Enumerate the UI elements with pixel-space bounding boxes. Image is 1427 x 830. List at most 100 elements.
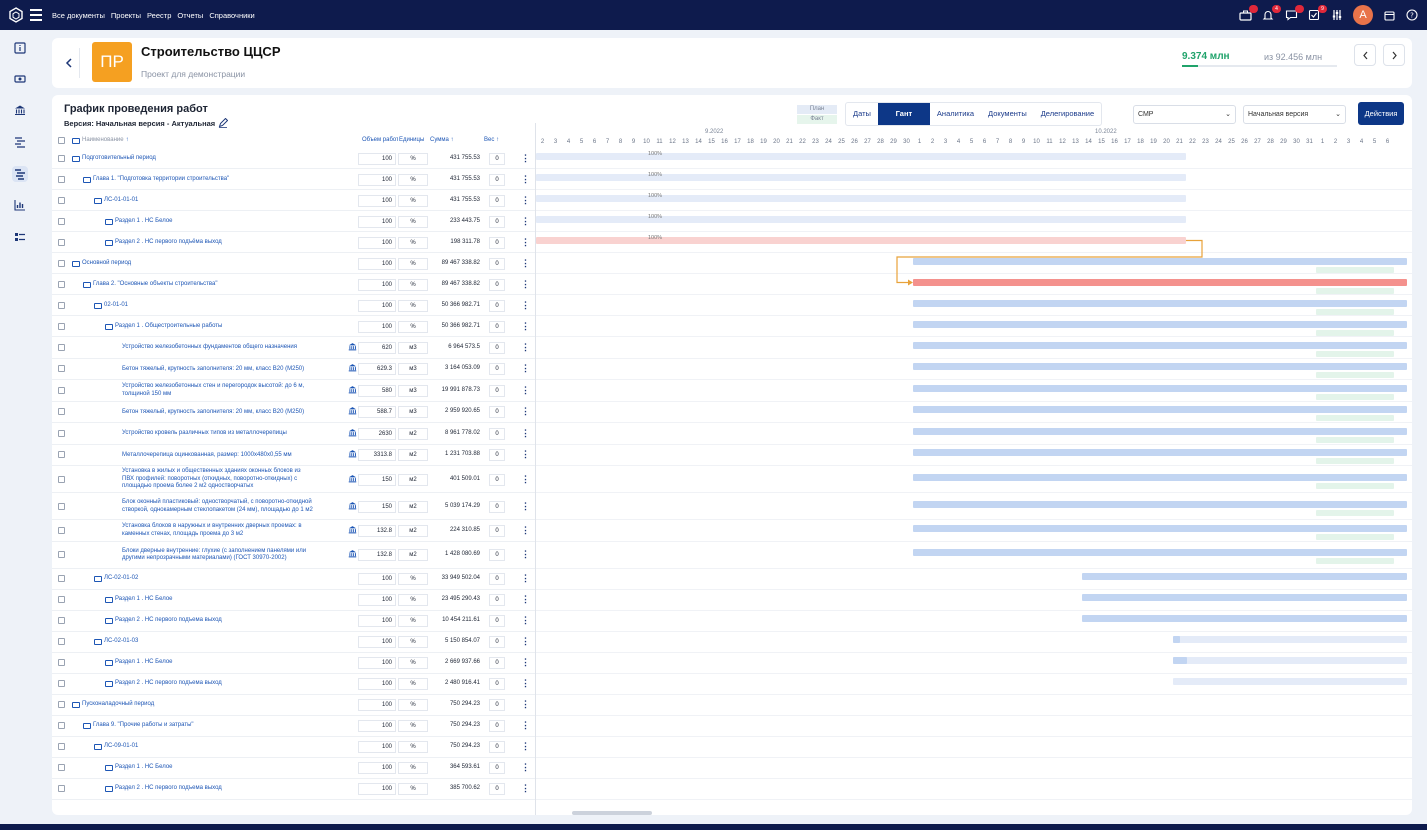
unit-field[interactable]: % — [398, 762, 428, 774]
top-menu-item[interactable]: Все документы — [52, 11, 105, 20]
briefcase-icon[interactable] — [1238, 5, 1258, 22]
row-checkbox[interactable] — [58, 386, 65, 394]
unit-field[interactable]: м2 — [398, 427, 428, 440]
volume-input[interactable]: 100 — [358, 594, 396, 606]
table-row[interactable]: Подготовительный период 100% 431 755.53 0 ⋮ — [52, 148, 535, 169]
top-menu-item[interactable]: Справочники — [209, 11, 254, 20]
table-row[interactable]: Бетон тяжелый, крупность заполнителя: 20… — [52, 359, 535, 380]
weight-input[interactable]: 0 — [489, 615, 505, 627]
row-menu-icon[interactable]: ⋮ — [521, 237, 530, 247]
unit-field[interactable]: м3 — [398, 363, 428, 376]
row-checkbox[interactable] — [58, 301, 65, 309]
edit-icon[interactable] — [218, 118, 229, 128]
gantt-chart[interactable]: 9.2022 10.2022 2 3 4 5 6 7 8 9 10 11 12 13 14 15 16 17 18… — [535, 123, 1412, 815]
table-row[interactable]: ЛС-02-01-03 100% 5 150 854.07 0 ⋮ — [52, 632, 535, 653]
weight-input[interactable]: 0 — [489, 278, 505, 291]
task-check-icon[interactable]: 9 — [1307, 5, 1327, 22]
building-icon[interactable] — [348, 525, 357, 536]
volume-input[interactable]: 3313.8 — [358, 449, 396, 462]
unit-field[interactable]: % — [398, 194, 428, 207]
table-row[interactable]: 02-01-01 100% 50 366 982.71 0 ⋮ — [52, 295, 535, 316]
tab-0[interactable]: Даты — [846, 103, 878, 125]
weight-input[interactable]: 0 — [489, 384, 505, 397]
building-icon[interactable] — [348, 428, 357, 439]
row-menu-icon[interactable]: ⋮ — [521, 321, 530, 331]
volume-input[interactable]: 588.7 — [358, 406, 396, 419]
unit-field[interactable]: % — [398, 257, 428, 270]
row-checkbox[interactable] — [58, 322, 65, 330]
unit-field[interactable]: % — [398, 636, 428, 648]
table-row[interactable]: Раздел 1 . НС Белое 100% 23 495 290.43 0 ⋮ — [52, 590, 535, 611]
row-name[interactable]: 02-01-01 — [104, 302, 128, 310]
row-checkbox[interactable] — [58, 659, 65, 666]
volume-input[interactable]: 100 — [358, 152, 396, 165]
row-name[interactable]: Устройство кровель различных типов из ме… — [122, 430, 287, 438]
unit-field[interactable]: % — [398, 783, 428, 795]
calendar-icon[interactable] — [1382, 8, 1396, 22]
volume-input[interactable]: 100 — [358, 636, 396, 648]
row-checkbox[interactable] — [58, 596, 65, 603]
bank-icon[interactable] — [12, 102, 28, 118]
row-name[interactable]: Раздел 2 . НС первого подъема выход — [115, 617, 222, 625]
table-row[interactable]: Раздел 1 . НС Белое 100% 2 669 937.66 0 ⋮ — [52, 653, 535, 674]
building-icon[interactable] — [348, 342, 357, 353]
row-menu-icon[interactable]: ⋮ — [521, 474, 530, 484]
row-name[interactable]: Раздел 2 . НС первого подъема выход — [115, 680, 222, 688]
weight-input[interactable]: 0 — [489, 594, 505, 606]
row-name[interactable]: Бетон тяжелый, крупность заполнителя: 20… — [122, 409, 304, 417]
unit-field[interactable]: м2 — [398, 500, 428, 513]
chart-icon[interactable] — [12, 197, 28, 213]
weight-input[interactable]: 0 — [489, 549, 505, 561]
row-name[interactable]: ЛС-02-01-02 — [104, 575, 138, 583]
bell-icon[interactable]: 4 — [1261, 5, 1281, 22]
unit-field[interactable]: % — [398, 657, 428, 669]
weight-input[interactable]: 0 — [489, 636, 505, 648]
table-row[interactable]: Глава 1. "Подготовка территории строител… — [52, 169, 535, 190]
row-checkbox[interactable] — [58, 617, 65, 624]
actions-button[interactable]: Действия — [1358, 102, 1404, 125]
row-name[interactable]: Металлочерепица оцинкованная, размер: 10… — [122, 452, 292, 460]
row-menu-icon[interactable]: ⋮ — [521, 550, 530, 559]
row-name[interactable]: Бетон тяжелый, крупность заполнителя: 20… — [122, 366, 304, 374]
weight-input[interactable]: 0 — [489, 215, 505, 228]
row-checkbox[interactable] — [58, 154, 65, 162]
volume-input[interactable]: 100 — [358, 215, 396, 228]
volume-input[interactable]: 100 — [358, 320, 396, 333]
row-name[interactable]: Пусконаладочный период — [82, 701, 154, 709]
row-menu-icon[interactable]: ⋮ — [521, 407, 530, 416]
table-row[interactable]: Раздел 2 . НС первого подъема выход 100% 3… — [52, 779, 535, 800]
weight-input[interactable]: 0 — [489, 762, 505, 774]
col-sum-header[interactable]: Сумма ↑ — [430, 133, 454, 148]
row-checkbox[interactable] — [58, 502, 65, 510]
row-checkbox[interactable] — [58, 743, 65, 750]
row-menu-icon[interactable]: ⋮ — [521, 574, 530, 583]
building-icon[interactable] — [348, 549, 357, 560]
col-name-header[interactable]: Наименование ↑ — [72, 133, 129, 148]
weight-input[interactable]: 0 — [489, 720, 505, 732]
volume-input[interactable]: 100 — [358, 278, 396, 291]
row-menu-icon[interactable]: ⋮ — [521, 742, 530, 751]
row-name[interactable]: Установка в жилых и общественных зданиях… — [122, 468, 314, 491]
row-menu-icon[interactable]: ⋮ — [521, 501, 530, 511]
select-all-checkbox[interactable] — [58, 137, 65, 144]
menu-burger-icon[interactable] — [30, 7, 48, 23]
table-row[interactable]: Основной период 100% 89 467 338.82 0 ⋮ — [52, 253, 535, 274]
volume-input[interactable]: 100 — [358, 699, 396, 711]
volume-input[interactable]: 100 — [358, 257, 396, 270]
next-button[interactable] — [1383, 44, 1405, 66]
row-name[interactable]: Устройство железобетонных фундаментов об… — [122, 344, 297, 352]
weight-input[interactable]: 0 — [489, 573, 505, 585]
table-row[interactable]: Блок оконный пластиковый: одностворчатый… — [52, 493, 535, 520]
row-menu-icon[interactable]: ⋮ — [521, 428, 530, 438]
table-row[interactable]: Бетон тяжелый, крупность заполнителя: 20… — [52, 402, 535, 423]
row-name[interactable]: Подготовительный период — [82, 155, 156, 163]
unit-field[interactable]: м3 — [398, 341, 428, 354]
row-menu-icon[interactable]: ⋮ — [521, 258, 530, 268]
building-icon[interactable] — [348, 501, 357, 512]
volume-input[interactable]: 100 — [358, 173, 396, 186]
info-icon[interactable] — [12, 40, 28, 56]
unit-field[interactable]: % — [398, 152, 428, 165]
row-menu-icon[interactable]: ⋮ — [521, 216, 530, 226]
row-checkbox[interactable] — [58, 722, 65, 729]
row-menu-icon[interactable]: ⋮ — [521, 721, 530, 730]
